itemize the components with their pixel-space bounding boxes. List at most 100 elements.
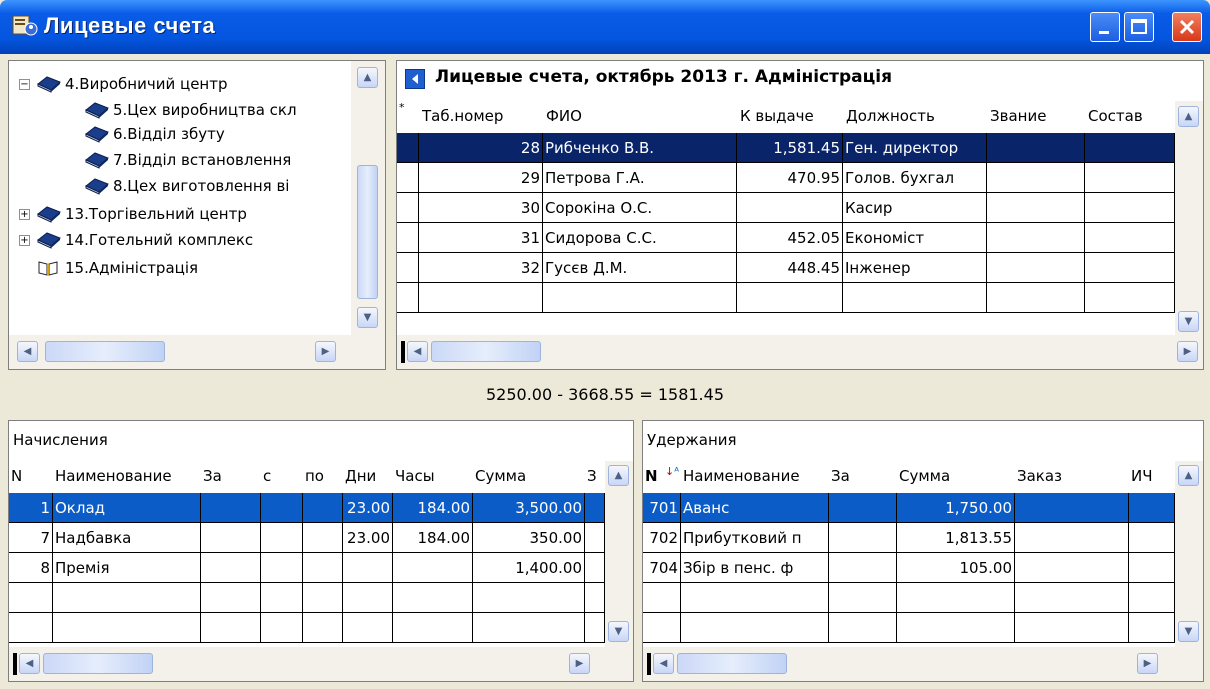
accruals-hscrollbar[interactable]: ◀ ▶ bbox=[9, 647, 633, 681]
accruals-vscrollbar[interactable]: ▲ ▼ bbox=[605, 461, 633, 649]
scroll-thumb[interactable] bbox=[357, 165, 378, 299]
table-cell[interactable]: 8 bbox=[9, 553, 53, 583]
table-cell[interactable]: 29 bbox=[419, 163, 543, 193]
tree-vscrollbar[interactable]: ▲ ▼ bbox=[351, 61, 385, 335]
scroll-left-button[interactable]: ◀ bbox=[17, 341, 38, 362]
table-cell[interactable] bbox=[987, 163, 1085, 193]
table-cell[interactable]: Аванс bbox=[681, 493, 829, 523]
table-cell[interactable]: Петрова Г.А. bbox=[543, 163, 737, 193]
expand-icon[interactable]: + bbox=[19, 209, 30, 220]
table-cell[interactable]: 701 bbox=[643, 493, 681, 523]
empty-cell[interactable] bbox=[419, 283, 543, 313]
table-cell[interactable] bbox=[1085, 193, 1175, 223]
accounts-grid[interactable]: Лицевые счета, октябрь 2013 г. Адміністр… bbox=[396, 60, 1204, 370]
table-cell[interactable]: 105.00 bbox=[897, 553, 1015, 583]
table-cell[interactable]: 23.00 bbox=[343, 493, 393, 523]
column-header[interactable]: З bbox=[587, 461, 605, 491]
table-cell[interactable] bbox=[585, 523, 605, 553]
empty-cell[interactable] bbox=[897, 613, 1015, 643]
table-cell[interactable] bbox=[201, 523, 261, 553]
table-cell[interactable]: 28 bbox=[419, 133, 543, 163]
table-cell[interactable]: 184.00 bbox=[393, 493, 473, 523]
row-indicator[interactable] bbox=[397, 223, 419, 253]
table-cell[interactable]: Гусєв Д.М. bbox=[543, 253, 737, 283]
empty-cell[interactable] bbox=[393, 613, 473, 643]
table-cell[interactable]: 23.00 bbox=[343, 523, 393, 553]
empty-cell[interactable] bbox=[737, 283, 843, 313]
deductions-hscrollbar[interactable]: ◀ ▶ bbox=[643, 647, 1203, 681]
table-cell[interactable] bbox=[987, 133, 1085, 163]
accounts-vscrollbar[interactable]: ▲ ▼ bbox=[1175, 101, 1203, 339]
column-header[interactable]: Звание bbox=[990, 101, 1084, 131]
empty-cell[interactable] bbox=[543, 283, 737, 313]
table-cell[interactable]: 1,813.55 bbox=[897, 523, 1015, 553]
scroll-thumb[interactable] bbox=[677, 653, 787, 674]
column-header[interactable]: Часы bbox=[395, 461, 473, 491]
table-cell[interactable] bbox=[201, 553, 261, 583]
table-cell[interactable]: Рибченко В.В. bbox=[543, 133, 737, 163]
scroll-thumb[interactable] bbox=[45, 341, 165, 362]
empty-cell[interactable] bbox=[1015, 613, 1129, 643]
empty-cell[interactable] bbox=[1129, 583, 1175, 613]
maximize-button[interactable] bbox=[1124, 12, 1154, 42]
table-cell[interactable]: 1 bbox=[9, 493, 53, 523]
table-cell[interactable] bbox=[1085, 133, 1175, 163]
scroll-thumb[interactable] bbox=[431, 341, 541, 362]
scroll-down-button[interactable]: ▼ bbox=[1178, 621, 1199, 642]
tree-item[interactable]: 6.Відділ збуту bbox=[61, 121, 347, 147]
table-cell[interactable] bbox=[1129, 493, 1175, 523]
table-cell[interactable]: Премія bbox=[53, 553, 201, 583]
table-cell[interactable]: 1,581.45 bbox=[737, 133, 843, 163]
empty-cell[interactable] bbox=[201, 583, 261, 613]
table-cell[interactable]: Оклад bbox=[53, 493, 201, 523]
table-cell[interactable]: 184.00 bbox=[393, 523, 473, 553]
accruals-panel[interactable]: Начисления N Наименование За с по Дни Часы Сумм… bbox=[8, 420, 634, 682]
column-header[interactable]: Наименование bbox=[55, 461, 201, 491]
table-cell[interactable]: Прибутковий п bbox=[681, 523, 829, 553]
empty-cell[interactable] bbox=[9, 613, 53, 643]
column-header[interactable]: К выдаче bbox=[740, 101, 842, 131]
scroll-left-button[interactable]: ◀ bbox=[407, 341, 428, 362]
scroll-thumb[interactable] bbox=[43, 653, 153, 674]
empty-cell[interactable] bbox=[53, 583, 201, 613]
empty-cell[interactable] bbox=[473, 583, 585, 613]
tree-item[interactable]: +14.Готельний комплекс bbox=[13, 227, 347, 253]
table-cell[interactable]: Надбавка bbox=[53, 523, 201, 553]
table-cell[interactable] bbox=[1129, 553, 1175, 583]
table-cell[interactable] bbox=[261, 493, 303, 523]
table-cell[interactable]: Інженер bbox=[843, 253, 987, 283]
empty-cell[interactable] bbox=[643, 583, 681, 613]
table-cell[interactable] bbox=[987, 193, 1085, 223]
column-header[interactable]: За bbox=[831, 461, 897, 491]
empty-cell[interactable] bbox=[261, 613, 303, 643]
scroll-left-button[interactable]: ◀ bbox=[19, 653, 40, 674]
empty-cell[interactable] bbox=[303, 583, 343, 613]
table-cell[interactable] bbox=[585, 553, 605, 583]
empty-cell[interactable] bbox=[1129, 613, 1175, 643]
scroll-right-button[interactable]: ▶ bbox=[1177, 341, 1198, 362]
accounts-hscrollbar[interactable]: ◀ ▶ bbox=[397, 335, 1203, 369]
empty-cell[interactable] bbox=[53, 613, 201, 643]
table-cell[interactable]: 702 bbox=[643, 523, 681, 553]
tree-item[interactable]: 15.Адміністрація bbox=[13, 255, 347, 281]
empty-cell[interactable] bbox=[987, 283, 1085, 313]
collapse-arrow-button[interactable] bbox=[405, 69, 425, 89]
empty-cell[interactable] bbox=[9, 583, 53, 613]
scroll-up-button[interactable]: ▲ bbox=[1178, 465, 1199, 486]
scroll-left-button[interactable]: ◀ bbox=[653, 653, 674, 674]
empty-cell[interactable] bbox=[261, 583, 303, 613]
column-header[interactable]: ИЧ bbox=[1131, 461, 1175, 491]
collapse-icon[interactable]: − bbox=[19, 79, 30, 90]
table-cell[interactable] bbox=[303, 493, 343, 523]
empty-cell[interactable] bbox=[585, 613, 605, 643]
column-header[interactable]: по bbox=[305, 461, 343, 491]
table-cell[interactable]: Збір в пенс. ф bbox=[681, 553, 829, 583]
tree-item[interactable]: − 4.Виробничий центр bbox=[13, 71, 347, 97]
table-cell[interactable]: 1,400.00 bbox=[473, 553, 585, 583]
table-cell[interactable] bbox=[585, 493, 605, 523]
table-cell[interactable] bbox=[1015, 493, 1129, 523]
table-cell[interactable]: 452.05 bbox=[737, 223, 843, 253]
empty-cell[interactable] bbox=[897, 583, 1015, 613]
table-cell[interactable] bbox=[343, 553, 393, 583]
table-cell[interactable]: 470.95 bbox=[737, 163, 843, 193]
